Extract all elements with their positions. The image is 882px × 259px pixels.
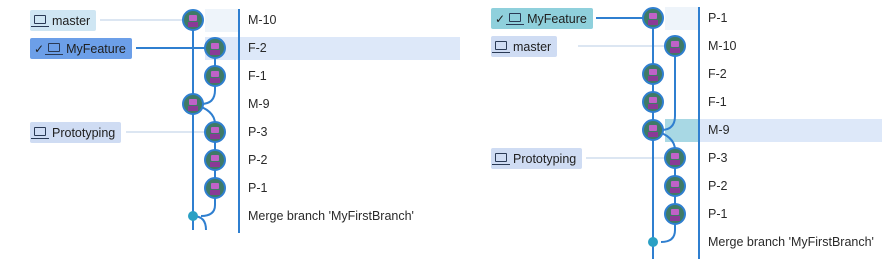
left-graph-panel: M-10 F-2 F-1 M-9 P-3 P-2 P-1 Merge branc…: [0, 0, 460, 259]
laptop-icon: [506, 13, 525, 25]
avatar-icon: [204, 121, 226, 143]
branch-name: Prototyping: [513, 151, 577, 166]
merge-node: [648, 237, 658, 247]
laptop-icon: [492, 41, 510, 53]
commit-message[interactable]: Merge branch 'MyFirstBranch': [248, 205, 414, 228]
avatar-icon: [642, 7, 664, 29]
commit-message[interactable]: Merge branch 'MyFirstBranch': [708, 231, 874, 254]
laptop-icon: [31, 15, 49, 27]
avatar-icon: [204, 65, 226, 87]
selected-row-highlight: [205, 37, 460, 60]
graph-cell: [205, 9, 238, 32]
avatar-icon: [664, 147, 686, 169]
avatar-icon: [642, 119, 664, 141]
commit-message[interactable]: M-9: [248, 93, 270, 116]
commit-message[interactable]: M-10: [248, 9, 276, 32]
commit-message[interactable]: P-2: [708, 175, 727, 198]
commit-message[interactable]: P-3: [708, 147, 727, 170]
avatar-icon: [204, 177, 226, 199]
avatar-icon: [642, 91, 664, 113]
avatar-icon: [204, 149, 226, 171]
commit-message[interactable]: F-1: [708, 91, 727, 114]
laptop-icon: [31, 127, 49, 139]
commit-message[interactable]: P-1: [708, 7, 727, 30]
branch-name: Prototyping: [52, 125, 116, 140]
commit-message[interactable]: F-2: [248, 37, 267, 60]
commit-message[interactable]: F-2: [708, 63, 727, 86]
branch-name: MyFeature: [66, 41, 126, 56]
branch-label-myfeature[interactable]: ✓ MyFeature: [30, 38, 132, 59]
merge-node: [188, 211, 198, 221]
branch-name: master: [513, 39, 552, 54]
commit-message[interactable]: P-2: [248, 149, 267, 172]
branch-label-myfeature[interactable]: ✓ MyFeature: [491, 8, 593, 29]
branch-label-master[interactable]: master: [491, 36, 558, 57]
right-graph-panel: P-1 M-10 F-2 F-1 M-9 P-3 P-2 P-1 Merge b…: [460, 0, 882, 259]
commit-message[interactable]: P-3: [248, 121, 267, 144]
commit-message[interactable]: M-9: [708, 119, 730, 142]
column-divider: [238, 9, 240, 233]
check-icon: ✓: [495, 11, 506, 26]
branch-label-master[interactable]: master: [30, 10, 97, 31]
commit-message[interactable]: P-1: [248, 177, 267, 200]
commit-message[interactable]: M-10: [708, 35, 736, 58]
avatar-icon: [182, 9, 204, 31]
avatar-icon: [664, 35, 686, 57]
avatar-icon: [642, 63, 664, 85]
selected-graph-cell: [665, 119, 698, 142]
graph-cell: [665, 7, 698, 30]
avatar-icon: [664, 203, 686, 225]
laptop-icon: [45, 43, 64, 55]
column-divider: [698, 7, 700, 259]
branch-name: MyFeature: [527, 11, 587, 26]
avatar-icon: [204, 37, 226, 59]
branch-label-prototyping[interactable]: Prototyping: [491, 148, 583, 169]
commit-message[interactable]: P-1: [708, 203, 727, 226]
branch-name: master: [52, 13, 91, 28]
laptop-icon: [492, 153, 510, 165]
check-icon: ✓: [34, 41, 45, 56]
branch-label-prototyping[interactable]: Prototyping: [30, 122, 122, 143]
commit-message[interactable]: F-1: [248, 65, 267, 88]
avatar-icon: [182, 93, 204, 115]
avatar-icon: [664, 175, 686, 197]
